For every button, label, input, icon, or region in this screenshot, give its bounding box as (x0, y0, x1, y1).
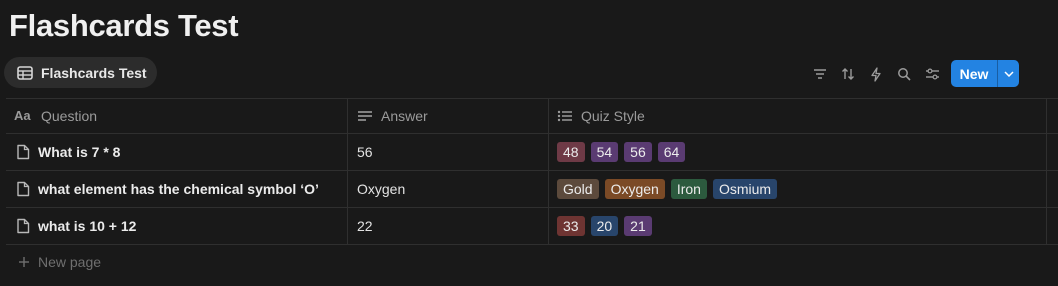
table-icon (17, 65, 33, 80)
table-row[interactable]: what element has the chemical symbol ‘O’… (0, 170, 1058, 207)
answer-text: 56 (357, 143, 373, 160)
search-icon (898, 68, 911, 81)
svg-text:Aa: Aa (14, 109, 31, 122)
answer-cell[interactable]: 56 (357, 133, 373, 170)
new-button-label: New (959, 65, 989, 82)
quiz-style-cell[interactable]: 48 54 56 64 (557, 133, 686, 170)
page-title: Flashcards Test (9, 8, 239, 43)
chevron-down-icon (1003, 70, 1014, 77)
automation-bolt-icon (871, 66, 881, 82)
table-row[interactable]: what is 10 + 12 22 33 20 21 (0, 207, 1058, 244)
multi-select-list-icon (557, 110, 572, 121)
table-top-divider (6, 98, 1058, 99)
answer-text: 22 (357, 217, 373, 234)
column-header-label: Answer (381, 107, 428, 124)
question-cell[interactable]: what is 10 + 12 (16, 207, 136, 244)
answer-cell[interactable]: 22 (357, 207, 373, 244)
settings-sliders-icon (925, 68, 939, 80)
quiz-option-tag: 33 (557, 215, 585, 236)
column-header-label: Quiz Style (581, 107, 645, 124)
search-button[interactable] (890, 60, 918, 88)
answer-text: Oxygen (357, 180, 406, 197)
column-header-question[interactable]: Aa Question (14, 98, 97, 133)
column-header-quiz-style[interactable]: Quiz Style (557, 98, 645, 133)
new-page-label: New page (38, 254, 102, 270)
quiz-option-tag: Gold (557, 178, 599, 199)
quiz-option-tag: Iron (670, 178, 707, 199)
question-cell[interactable]: What is 7 * 8 (16, 133, 120, 170)
title-aa-icon: Aa (14, 109, 31, 122)
new-page-button[interactable]: New page (18, 254, 101, 270)
page-doc-icon (17, 144, 30, 159)
table-row[interactable]: What is 7 * 8 56 48 54 56 64 (0, 133, 1058, 170)
plus-icon (19, 257, 29, 267)
automations-button[interactable] (862, 60, 890, 88)
row-divider (6, 244, 1058, 245)
quiz-option-tag: 21 (624, 215, 652, 236)
quiz-option-tag: 54 (590, 141, 619, 162)
quiz-style-cell[interactable]: Gold Oxygen Iron Osmium (557, 170, 778, 207)
filter-icon (814, 69, 826, 79)
quiz-style-cell[interactable]: 33 20 21 (557, 207, 652, 244)
page-doc-icon (17, 181, 30, 196)
quiz-option-tag: 56 (624, 141, 652, 162)
view-settings-button[interactable] (918, 60, 946, 88)
new-options-dropdown[interactable] (997, 60, 1019, 87)
quiz-option-tag: 20 (590, 215, 619, 236)
quiz-option-tag: Oxygen (604, 178, 665, 199)
question-cell[interactable]: what element has the chemical symbol ‘O’ (16, 170, 319, 207)
page-doc-icon (17, 218, 30, 233)
sort-icon (842, 68, 854, 80)
database-toolbar (806, 60, 946, 88)
new-button[interactable]: New (951, 60, 1019, 87)
quiz-option-tag: 48 (557, 141, 585, 162)
question-text: what is 10 + 12 (38, 217, 137, 234)
answer-cell[interactable]: Oxygen (357, 170, 405, 207)
column-header-label: Question (41, 107, 98, 124)
question-text: What is 7 * 8 (38, 143, 121, 160)
view-tab-table[interactable]: Flashcards Test (4, 57, 157, 88)
text-lines-icon (358, 110, 372, 121)
column-header-answer[interactable]: Answer (357, 98, 428, 133)
view-tab-label: Flashcards Test (41, 64, 147, 81)
quiz-option-tag: 64 (657, 141, 686, 162)
sort-button[interactable] (834, 60, 862, 88)
question-text: what element has the chemical symbol ‘O’ (38, 180, 319, 197)
filter-button[interactable] (806, 60, 834, 88)
quiz-option-tag: Osmium (712, 178, 778, 199)
